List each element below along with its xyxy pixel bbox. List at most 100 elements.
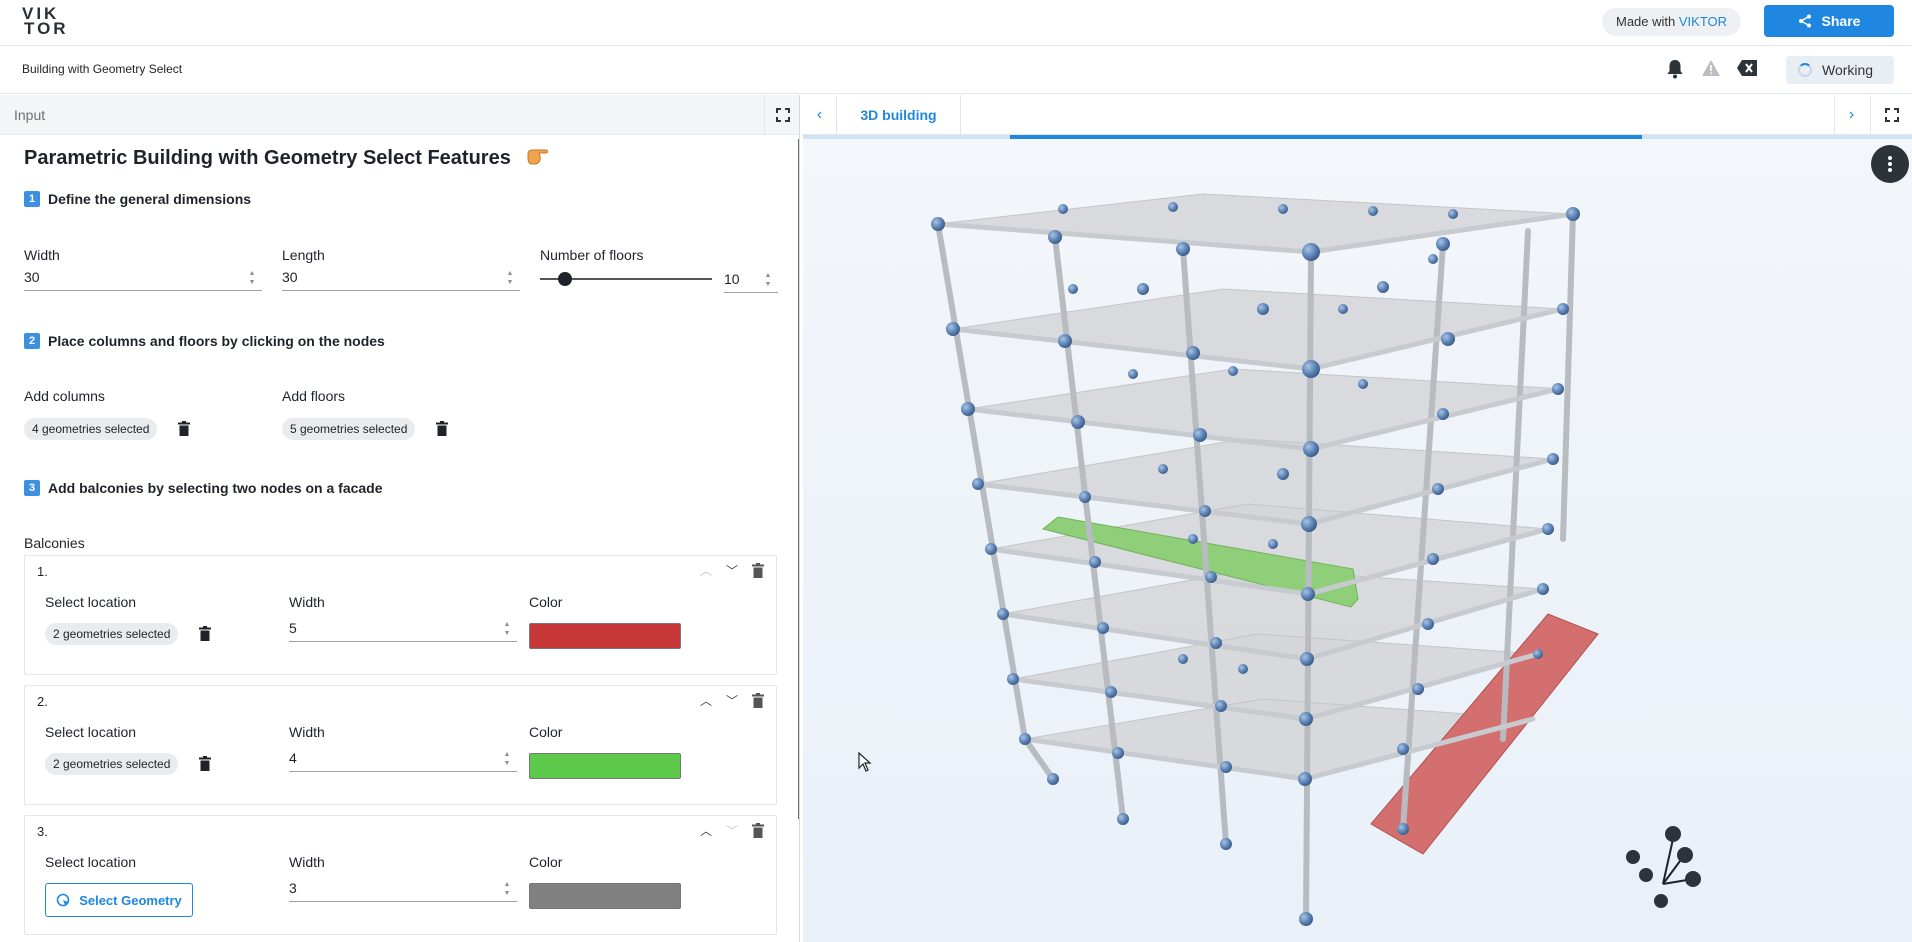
share-button[interactable]: Share bbox=[1764, 5, 1894, 37]
balcony-color-swatch[interactable] bbox=[529, 623, 681, 649]
trash-icon[interactable] bbox=[752, 563, 764, 578]
select-geometry-button[interactable]: Select Geometry bbox=[45, 883, 193, 917]
step-1-number: 1 bbox=[24, 191, 40, 207]
logo-line-2: TOR bbox=[24, 19, 69, 38]
spinner-icon bbox=[1798, 63, 1812, 77]
balcony-color-label: Color bbox=[529, 854, 563, 870]
chevron-down-icon[interactable]: ﹀ bbox=[726, 562, 738, 579]
width-value: 30 bbox=[24, 269, 40, 285]
chevron-up-icon[interactable]: ︿ bbox=[700, 822, 712, 839]
step-2-number: 2 bbox=[24, 333, 40, 349]
floors-slider-knob[interactable] bbox=[558, 272, 572, 286]
balcony-location-chip[interactable]: 2 geometries selected bbox=[45, 753, 179, 775]
trash-icon[interactable] bbox=[752, 823, 764, 838]
balcony-card: 2. ︿ ﹀ Select location 2 geometries sele… bbox=[24, 685, 777, 805]
chevron-up-icon[interactable]: ︿ bbox=[700, 692, 712, 709]
input-panel-title: Input bbox=[14, 107, 46, 123]
clear-location-trash-icon[interactable] bbox=[199, 626, 211, 641]
balcony-width-input[interactable]: 3 ▲ ▼ bbox=[289, 876, 517, 902]
made-with-badge[interactable]: Made with VIKTOR bbox=[1602, 8, 1742, 36]
balcony-color-swatch[interactable] bbox=[529, 883, 681, 909]
select-location-label: Select location bbox=[45, 854, 137, 870]
input-panel-header: Input bbox=[0, 95, 799, 135]
balcony-width-label: Width bbox=[289, 854, 325, 870]
view-tabs: ‹ 3D building › bbox=[803, 95, 1912, 135]
floors-value: 10 bbox=[724, 271, 740, 287]
pointing-hand-icon bbox=[527, 149, 549, 165]
balcony-width-value: 5 bbox=[289, 620, 297, 636]
chevron-right-icon[interactable]: › bbox=[1834, 95, 1868, 135]
status-label: Working bbox=[1822, 62, 1874, 78]
balcony-location-chip[interactable]: 2 geometries selected bbox=[45, 623, 179, 645]
page-title: Parametric Building with Geometry Select… bbox=[24, 146, 550, 170]
viktor-logo[interactable]: VIK TOR bbox=[22, 5, 69, 40]
length-label: Length bbox=[282, 247, 325, 263]
balcony-color-label: Color bbox=[529, 594, 563, 610]
step-3-heading: 3 Add balconies by selecting two nodes o… bbox=[24, 480, 383, 496]
step-2-label: Place columns and floors by clicking on … bbox=[48, 333, 385, 349]
balcony-index: 1. bbox=[37, 564, 48, 579]
balcony-width-label: Width bbox=[289, 594, 325, 610]
tab-3d-building[interactable]: 3D building bbox=[837, 95, 961, 135]
top-bar: VIK TOR Made with VIKTOR Share bbox=[0, 0, 1912, 46]
cursor-icon bbox=[858, 752, 872, 772]
width-stepper[interactable]: ▲ ▼ bbox=[246, 270, 258, 286]
trash-icon[interactable] bbox=[752, 693, 764, 708]
step-1-label: Define the general dimensions bbox=[48, 191, 252, 207]
clear-columns-trash-icon[interactable] bbox=[178, 421, 190, 436]
chevron-down-icon[interactable]: ﹀ bbox=[726, 692, 738, 709]
columns-selection-chip[interactable]: 4 geometries selected bbox=[24, 418, 158, 440]
select-geometry-label: Select Geometry bbox=[79, 892, 182, 908]
floors-selection-chip[interactable]: 5 geometries selected bbox=[282, 418, 416, 440]
viewer-menu-button[interactable] bbox=[1871, 145, 1909, 183]
select-location-label: Select location bbox=[45, 594, 137, 610]
clear-floors-trash-icon[interactable] bbox=[436, 421, 448, 436]
made-with-brand: VIKTOR bbox=[1678, 14, 1728, 29]
add-columns-label: Add columns bbox=[24, 388, 105, 404]
bell-icon[interactable] bbox=[1666, 59, 1684, 79]
length-stepper[interactable]: ▲ ▼ bbox=[504, 270, 516, 286]
balcony-controls: ︿ ﹀ bbox=[700, 562, 764, 579]
floors-label: Number of floors bbox=[540, 247, 644, 263]
balcony-width-stepper[interactable]: ▲ ▼ bbox=[501, 621, 513, 637]
balcony-color-swatch[interactable] bbox=[529, 753, 681, 779]
select-location-label: Select location bbox=[45, 724, 137, 740]
share-label: Share bbox=[1821, 13, 1861, 29]
warning-icon[interactable] bbox=[1701, 59, 1721, 77]
step-3-label: Add balconies by selecting two nodes on … bbox=[48, 480, 383, 496]
length-input[interactable]: 30 ▲ ▼ bbox=[282, 265, 520, 291]
clear-location-trash-icon[interactable] bbox=[199, 756, 211, 771]
balcony-width-stepper[interactable]: ▲ ▼ bbox=[501, 751, 513, 767]
length-value: 30 bbox=[282, 269, 298, 285]
input-fullscreen-button[interactable] bbox=[764, 95, 799, 135]
select-geometry-icon bbox=[56, 893, 70, 906]
balcony-width-input[interactable]: 4 ▲ ▼ bbox=[289, 746, 517, 772]
add-floors-label: Add floors bbox=[282, 388, 346, 404]
floors-stepper[interactable]: ▲ ▼ bbox=[762, 272, 774, 288]
width-label: Width bbox=[24, 247, 60, 263]
balcony-controls: ︿ ﹀ bbox=[700, 822, 764, 839]
chevron-down-icon[interactable]: ﹀ bbox=[726, 822, 738, 839]
view-panel: ‹ 3D building › bbox=[803, 95, 1912, 942]
balconies-label: Balconies bbox=[24, 535, 85, 551]
step-1-heading: 1 Define the general dimensions bbox=[24, 191, 251, 207]
3d-viewer-canvas[interactable] bbox=[803, 139, 1912, 942]
chevron-up-icon[interactable]: ︿ bbox=[700, 562, 712, 579]
balcony-controls: ︿ ﹀ bbox=[700, 692, 764, 709]
input-panel: Input Parametric Building with Geometry … bbox=[0, 95, 800, 942]
step-2-heading: 2 Place columns and floors by clicking o… bbox=[24, 333, 385, 349]
balcony-width-label: Width bbox=[289, 724, 325, 740]
input-form: Parametric Building with Geometry Select… bbox=[0, 135, 799, 942]
status-working: Working bbox=[1786, 56, 1894, 84]
view-fullscreen-button[interactable] bbox=[1870, 95, 1912, 135]
menu-dots-icon bbox=[1888, 156, 1892, 172]
clear-icon[interactable] bbox=[1736, 59, 1758, 77]
made-with-prefix: Made with bbox=[1616, 14, 1679, 29]
floors-input[interactable]: 10 ▲ ▼ bbox=[724, 267, 778, 293]
app-title: Building with Geometry Select bbox=[22, 62, 183, 76]
balcony-width-input[interactable]: 5 ▲ ▼ bbox=[289, 616, 517, 642]
width-input[interactable]: 30 ▲ ▼ bbox=[24, 265, 262, 291]
balcony-card: 3. ︿ ﹀ Select location Select Geometry W… bbox=[24, 815, 777, 935]
balcony-width-stepper[interactable]: ▲ ▼ bbox=[501, 881, 513, 897]
chevron-left-icon[interactable]: ‹ bbox=[803, 95, 837, 135]
